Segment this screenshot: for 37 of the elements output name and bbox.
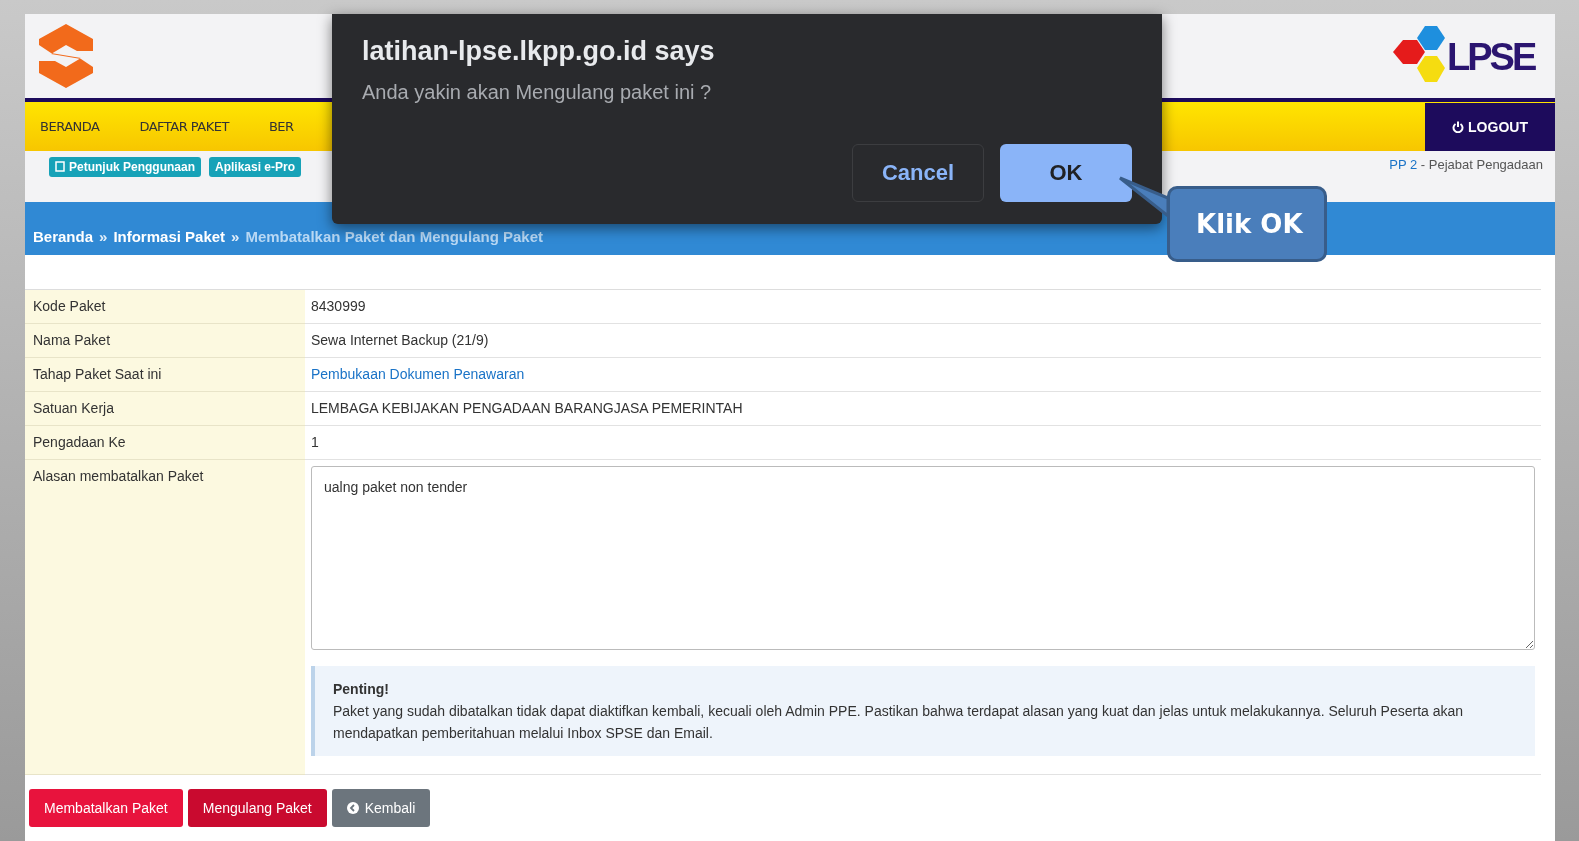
breadcrumb-separator: » (99, 228, 108, 245)
field-label: Nama Paket (25, 324, 305, 358)
field-label: Pengadaan Ke (25, 426, 305, 460)
field-label: Alasan membatalkan Paket (25, 460, 305, 775)
user-link[interactable]: PP 2 (1389, 157, 1418, 172)
nav-link[interactable]: BER (253, 119, 319, 135)
field-label: Tahap Paket Saat ini (25, 358, 305, 392)
breadcrumb-separator: » (231, 228, 240, 245)
breadcrumb-link[interactable]: Beranda (33, 228, 94, 245)
notice-title: Penting! (333, 680, 390, 699)
callout-label: Klik OK (1167, 186, 1327, 262)
action-button[interactable]: Membatalkan Paket (29, 789, 183, 827)
dialog-button[interactable]: Cancel (852, 144, 984, 202)
book-icon (55, 161, 65, 173)
nav-link[interactable]: BERANDA (25, 119, 125, 135)
reason-textarea[interactable]: ualng paket non tender (311, 466, 1535, 650)
field-value: 8430999 (305, 290, 1541, 324)
help-link[interactable]: Petunjuk Penggunaan (49, 157, 201, 177)
dialog-message: Anda yakin akan Mengulang paket ini ? (362, 81, 713, 104)
breadcrumb-link[interactable]: Informasi Paket (113, 228, 226, 245)
dialog-title: latihan-lpse.lkpp.go.id says (362, 36, 716, 67)
power-icon (1452, 120, 1465, 133)
notice-text: Paket yang sudah dibatalkan tidak dapat diaktifkan kembali, kecuali oleh Admin PPE. Pastikan bahwa terdapat alasan yang kuat dan jelas untuk melakukannya. Seluruh Peserta akan mendapatkan pemberitahuan melalui Inbox SPSE dan Email. (333, 702, 1465, 743)
field-value: LEMBAGA KEBIJAKAN PENGADAAN BARANGJASA PEMERINTAH (305, 392, 1541, 426)
dialog-button[interactable]: OK (1000, 144, 1132, 202)
role-text: - Pejabat Pengadaan (1419, 157, 1543, 172)
nav-link[interactable]: DAFTAR PAKET (124, 119, 254, 135)
action-button[interactable]: Kembali (331, 789, 431, 827)
help-link[interactable]: Aplikasi e-Pro (209, 157, 302, 177)
field-label: Kode Paket (25, 290, 305, 324)
field-label: Satuan Kerja (25, 392, 305, 426)
logout-button[interactable]: LOGOUT (1425, 102, 1555, 151)
field-value: Sewa Internet Backup (21/9) (305, 324, 1541, 358)
action-button[interactable]: Mengulang Paket (187, 789, 327, 827)
stage-link[interactable]: Pembukaan Dokumen Penawaran (311, 366, 525, 382)
field-value: 1 (305, 426, 1541, 460)
back-icon (346, 802, 359, 814)
